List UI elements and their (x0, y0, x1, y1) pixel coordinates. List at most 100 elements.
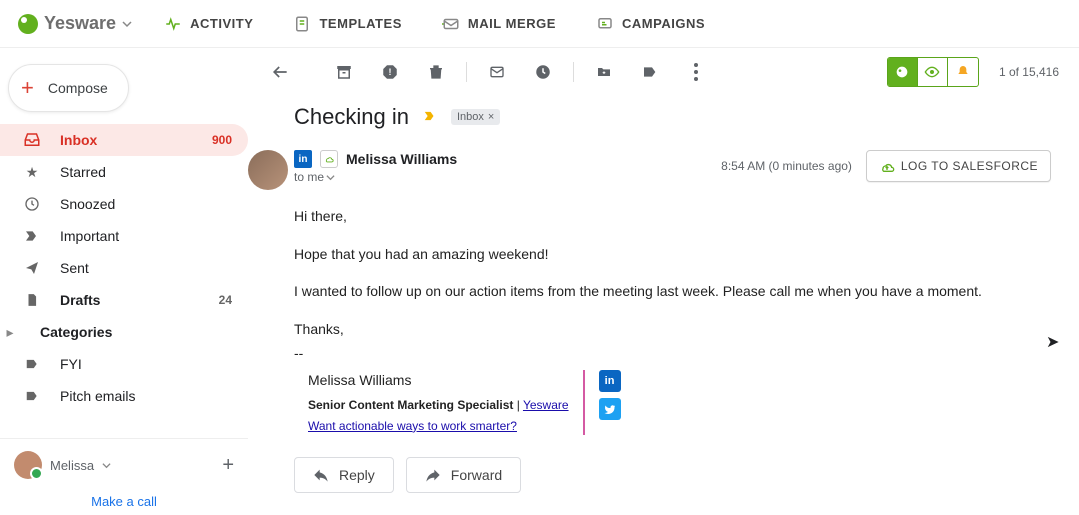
sidebar-label: Inbox (60, 132, 194, 148)
sender-avatar-icon (248, 150, 288, 190)
delete-button[interactable] (416, 52, 456, 92)
move-to-button[interactable] (584, 52, 624, 92)
sidebar-item-snoozed[interactable]: Snoozed (0, 188, 248, 220)
reply-label: Reply (339, 467, 375, 483)
nav-templates-label: TEMPLATES (319, 16, 401, 31)
sidebar-label: Drafts (60, 292, 201, 308)
yesware-badge-icon[interactable] (888, 58, 918, 86)
to-line[interactable]: to me (294, 170, 457, 184)
sidebar-label: Starred (60, 164, 232, 180)
activity-icon (164, 15, 182, 33)
sidebar-item-important[interactable]: Important (0, 220, 248, 252)
timestamp: 8:54 AM (0 minutes ago) (721, 159, 852, 173)
label-chip-inbox[interactable]: Inbox × (451, 109, 500, 125)
content-area: ! 1 of 15,416 Checking in Inbox (248, 48, 1079, 515)
thread-view: Checking in Inbox × in Melissa Williams (248, 96, 1079, 515)
nav-mailmerge-label: MAIL MERGE (468, 16, 556, 31)
sidebar-count: 24 (219, 293, 232, 307)
star-icon: ★ (22, 164, 42, 181)
body-line: Hi there, (294, 206, 1051, 228)
sidebar-item-sent[interactable]: Sent (0, 252, 248, 284)
label-chip-text: Inbox (457, 111, 484, 123)
spam-button[interactable]: ! (370, 52, 410, 92)
chevron-down-icon (102, 461, 111, 470)
signature-sep: | (513, 398, 523, 412)
signature-divider: -- (294, 343, 1051, 365)
hangouts-profile[interactable]: Melissa + (0, 447, 248, 483)
compose-button[interactable]: + Compose (8, 64, 129, 112)
labels-button[interactable] (630, 52, 670, 92)
sent-icon (22, 260, 42, 276)
signature-cta-link[interactable]: Want actionable ways to work smarter? (308, 419, 517, 433)
new-chat-button[interactable]: + (222, 454, 234, 477)
sidebar-label: Snoozed (60, 196, 232, 212)
make-call-link[interactable]: Make a call (91, 494, 157, 509)
toolbar-separator (573, 62, 574, 82)
snooze-button[interactable] (523, 52, 563, 92)
sidebar-item-pitch[interactable]: Pitch emails (0, 380, 248, 412)
mark-unread-button[interactable] (477, 52, 517, 92)
remove-label-icon[interactable]: × (488, 111, 494, 123)
brand-name: Yesware (44, 13, 116, 34)
sidebar-item-starred[interactable]: ★ Starred (0, 156, 248, 188)
log-to-salesforce-button[interactable]: LOG TO SALESFORCE (866, 150, 1051, 182)
nav-activity-label: ACTIVITY (190, 16, 253, 31)
forward-button[interactable]: Forward (406, 457, 521, 493)
important-marker-icon[interactable] (421, 107, 439, 128)
signature-company-link[interactable]: Yesware (523, 398, 569, 412)
signature-name: Melissa Williams (308, 370, 569, 392)
nav-campaigns[interactable]: CAMPAIGNS (596, 15, 705, 33)
tracking-bell-icon[interactable] (948, 58, 978, 86)
chevron-down-icon (326, 173, 335, 182)
top-nav: ACTIVITY TEMPLATES MAIL MERGE CAMPAIGNS (164, 15, 705, 33)
compose-label: Compose (48, 80, 108, 96)
message-body: Hi there, Hope that you had an amazing w… (294, 206, 1051, 435)
brand-menu[interactable]: Yesware (18, 13, 132, 34)
body-line: Thanks, (294, 319, 1051, 341)
sidebar-label: Sent (60, 260, 232, 276)
make-call-row: Make a call (0, 483, 248, 515)
label-icon (22, 389, 42, 403)
sidebar-item-categories[interactable]: ▸ Categories (0, 316, 248, 348)
profile-name: Melissa (50, 458, 94, 473)
forward-icon (425, 467, 441, 483)
signature-linkedin-icon[interactable]: in (599, 370, 621, 392)
compose-plus-icon: + (21, 75, 34, 101)
nav-activity[interactable]: ACTIVITY (164, 15, 253, 33)
yesware-tracker-pill (887, 57, 979, 87)
chevron-down-icon (122, 19, 132, 29)
profile-avatar-icon (14, 451, 42, 479)
sf-button-label: LOG TO SALESFORCE (901, 159, 1038, 173)
body-line: Hope that you had an amazing weekend! (294, 244, 1051, 266)
clock-icon (22, 196, 42, 212)
sidebar-item-fyi[interactable]: FYI (0, 348, 248, 380)
reply-button[interactable]: Reply (294, 457, 394, 493)
more-button[interactable] (676, 52, 716, 92)
sidebar-item-drafts[interactable]: Drafts 24 (0, 284, 248, 316)
yesware-logo-icon (18, 14, 38, 34)
drafts-icon (22, 292, 42, 308)
signature-title: Senior Content Marketing Specialist (308, 398, 513, 412)
tracking-eye-icon[interactable] (918, 58, 948, 86)
to-text: to me (294, 170, 324, 184)
sidebar-label: Pitch emails (60, 388, 232, 404)
nav-campaigns-label: CAMPAIGNS (622, 16, 705, 31)
salesforce-icon[interactable] (320, 150, 338, 168)
archive-button[interactable] (324, 52, 364, 92)
back-button[interactable] (260, 52, 300, 92)
nav-templates[interactable]: TEMPLATES (293, 15, 401, 33)
forward-label: Forward (451, 467, 502, 483)
sidebar-nav: Inbox 900 ★ Starred Snoozed Important Se… (0, 124, 248, 412)
signature-twitter-icon[interactable] (599, 398, 621, 420)
message-actions: Reply Forward (294, 457, 1051, 493)
linkedin-icon[interactable]: in (294, 150, 312, 168)
sender-name: Melissa Williams (346, 151, 457, 167)
nav-mailmerge[interactable]: MAIL MERGE (442, 15, 556, 33)
message-header: in Melissa Williams to me 8:54 AM (0 min… (294, 150, 1051, 184)
reply-icon (313, 467, 329, 483)
cloud-up-icon (879, 158, 895, 174)
svg-text:!: ! (389, 67, 392, 77)
pager-text: 1 of 15,416 (999, 65, 1059, 79)
important-icon (22, 228, 42, 244)
sidebar-item-inbox[interactable]: Inbox 900 (0, 124, 248, 156)
